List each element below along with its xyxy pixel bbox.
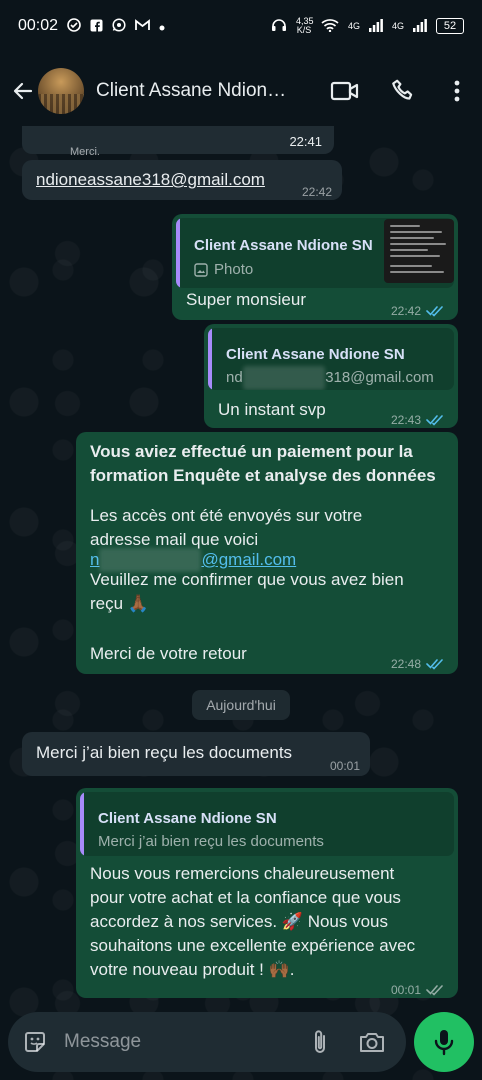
message-bubble-outgoing[interactable]: Client Assane Ndione SN ndxxxxxxxxxxx318… [204,324,458,428]
double-check-read-icon [426,306,443,317]
message-composer: Message [8,1012,406,1072]
signal-bars-1-icon [368,18,383,34]
message-time: 22:42 [391,299,446,323]
net-speed: 4,35 K/S [296,17,314,35]
message-bubble-outgoing[interactable]: Client Assane Ndione SN Merci j’ai bien … [76,788,458,998]
quote-text: ndxxxxxxxxxxx318@gmail.com [226,366,434,390]
redacted-text: xxxxxxxxxxx [242,366,326,390]
message-time: 22:41 [289,130,322,154]
status-left: 00:02 [18,17,165,35]
quote-text-start: nd [226,369,243,386]
back-button[interactable] [8,71,38,111]
gmail-icon [135,19,150,33]
quote-text: Merci j’ai bien reçu les documents [98,833,324,850]
quote-accent-bar [208,328,212,390]
photo-icon [194,260,208,284]
double-check-delivered-icon [426,985,443,996]
status-time: 00:02 [18,17,59,34]
video-call-icon [330,81,359,101]
paperclip-icon [315,1030,325,1053]
wifi-icon [321,18,339,34]
message-bubble-incoming[interactable]: Merci j’ai bien reçu les documents 00:01 [22,732,370,776]
voice-message-button[interactable] [414,1012,474,1072]
email-link[interactable]: ndioneassane318@gmail.com [36,168,265,192]
app-notification-icon [67,18,81,34]
message-time: 22:42 [302,180,332,204]
message-time-text: 22:48 [390,657,421,671]
date-separator: Aujourd'hui [192,690,290,720]
quote-text-end: 318@gmail.com [325,369,434,386]
headphones-icon [271,18,287,34]
message-input[interactable]: Message [64,1031,141,1053]
sticker-button[interactable] [22,1029,48,1055]
signal-1-label: 4G [347,21,360,31]
message-time-text: 22:41 [289,134,322,149]
message-line-3: Merci de votre retour [90,644,247,663]
message-text: Un instant svp [218,400,326,419]
quoted-message[interactable]: Client Assane Ndione SN Merci j’ai bien … [80,792,454,856]
message-title: Vous aviez effectué un paiement pour la … [90,442,436,485]
more-options-button[interactable] [432,67,482,115]
signal-2-label: 4G [391,21,404,31]
more-vertical-icon [454,80,460,102]
quote-accent-bar [80,792,84,856]
contact-name[interactable]: Client Assane Ndione SN [96,80,296,102]
composer-icons [310,1028,386,1056]
quote-author: Client Assane Ndione SN [194,237,373,254]
message-time: 00:01 [330,754,360,778]
whatsapp-icon [112,18,126,34]
message-text: Super monsieur [186,290,307,309]
video-call-button[interactable] [316,67,374,115]
photo-thumbnail[interactable] [384,219,454,283]
message-time: 00:01 [391,978,446,1002]
avatar[interactable] [38,68,84,114]
phone-icon [392,79,413,100]
mic-icon [434,1030,454,1056]
camera-icon [360,1033,384,1052]
message-line-2: Veuillez me confirmer que vous avez bien… [90,570,404,613]
status-right: 4,35 K/S 4G 4G 52 [271,17,464,35]
message-time: 22:48 [391,652,446,676]
attach-button[interactable] [310,1028,330,1056]
quote-text: Photo [214,261,254,278]
message-time-text: 22:42 [390,304,421,318]
status-bar: 00:02 4,35 K/S 4G 4G 52 [0,0,482,52]
chat-header: Client Assane Ndione SN [0,52,482,130]
email-link-start[interactable]: n [90,550,99,569]
battery-indicator: 52 [436,18,464,34]
voice-call-button[interactable] [374,67,432,115]
message-time-text: 22:42 [301,185,332,199]
net-speed-unit: K/S [296,25,312,35]
quote-author: Client Assane Ndione SN [226,346,405,363]
quote-accent-bar [176,218,180,288]
more-notifications-dot-icon [159,19,165,33]
message-bubble-incoming[interactable]: ndioneassane318@gmail.com 22:42 [22,160,342,200]
double-check-read-icon [426,659,443,670]
message-time-text: 22:43 [390,413,421,427]
email-link-end[interactable]: @gmail.com [201,550,296,569]
quote-author: Client Assane Ndione SN [98,810,277,827]
message-text: Nous vous remercions chaleureusement pou… [90,864,416,979]
message-line-1: Les accès ont été envoyés sur votre adre… [90,506,363,549]
facebook-icon [90,19,103,34]
signal-bars-2-icon [413,18,427,34]
message-bubble-incoming[interactable]: Merci. 22:41 [22,126,334,158]
header-actions [316,67,482,115]
double-check-read-icon [426,415,443,426]
arrow-left-icon [13,82,33,100]
message-time: 22:43 [391,408,446,432]
quoted-message[interactable]: Client Assane Ndione SN ndxxxxxxxxxxx318… [208,328,454,390]
message-text: Merci j’ai bien reçu les documents [36,743,293,762]
sticker-icon [25,1032,45,1052]
message-time-text: 00:01 [329,759,360,773]
message-bubble-outgoing[interactable]: Vous aviez effectué un paiement pour la … [76,432,458,674]
camera-button[interactable] [358,1030,386,1054]
message-time-text: 00:01 [390,983,421,997]
